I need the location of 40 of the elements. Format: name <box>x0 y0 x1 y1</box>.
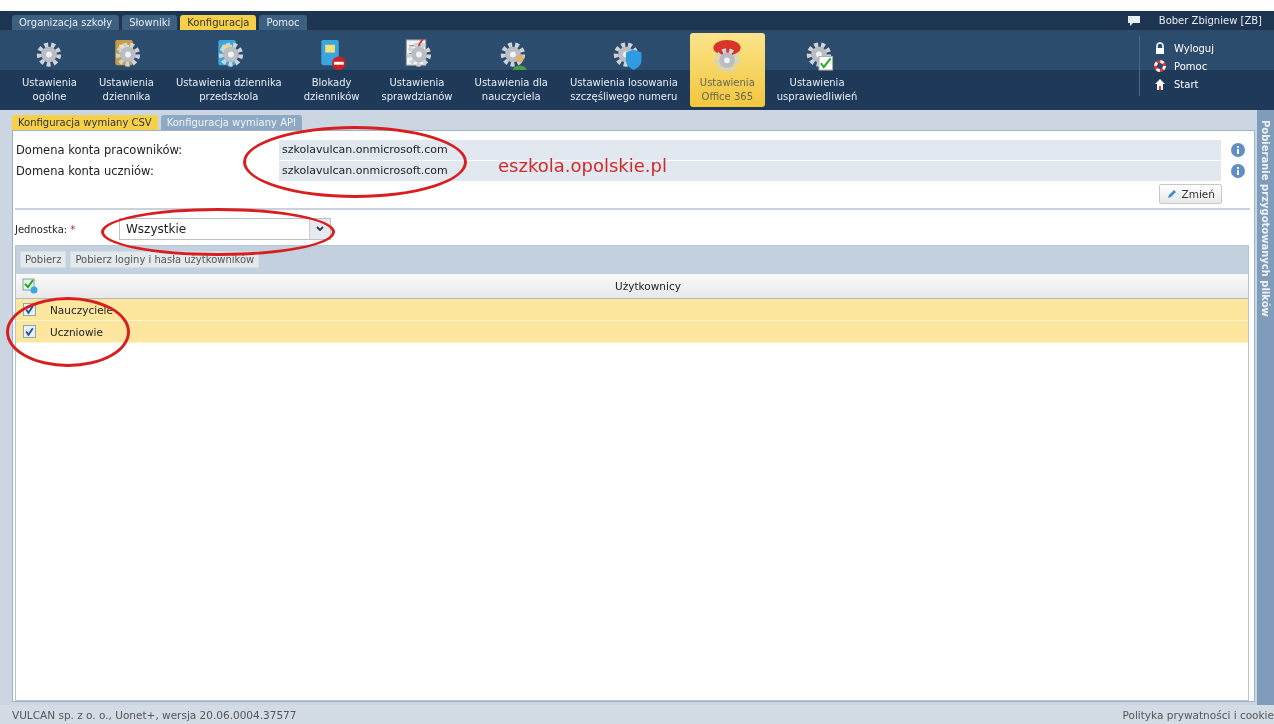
toolbar-button[interactable]: Ustawienia sprawdzianów <box>371 33 463 107</box>
toolbar-button[interactable]: Ustawienia dziennika przedszkola <box>165 33 292 107</box>
field-label: Domena konta uczniów: <box>15 163 155 178</box>
toolbar-button[interactable]: Ustawienia losowania szczęśliwego numeru <box>559 33 688 107</box>
sub-tab[interactable]: Konfiguracja wymiany CSV <box>12 115 158 130</box>
user-name: Bober Zbigniew [ZB] <box>1158 15 1262 26</box>
toolbar-button[interactable]: Blokady dzienników <box>293 33 370 107</box>
nav-link[interactable]: Start <box>1154 78 1244 90</box>
checkbox[interactable] <box>23 325 36 338</box>
field-label: Domena konta pracowników: <box>15 142 184 157</box>
caret-icon <box>309 219 330 239</box>
info-icon[interactable] <box>1231 142 1245 157</box>
info-icon[interactable] <box>1231 163 1245 178</box>
select-all-icon[interactable] <box>22 278 38 294</box>
grid-button[interactable]: Pobierz <box>20 251 67 268</box>
field-label: Jednostka: * <box>15 223 77 235</box>
grid-button[interactable]: Pobierz loginy i hasła użytkowników <box>70 251 260 268</box>
home-icon <box>1154 78 1166 90</box>
menu-tab[interactable]: Organizacja szkoły <box>12 15 120 30</box>
pencil-icon <box>1165 188 1178 200</box>
chat-icon[interactable] <box>1126 15 1141 26</box>
toolbar-button[interactable]: Ustawienia usprawiedliwień <box>766 33 868 107</box>
menu-tab[interactable]: Słowniki <box>122 15 178 30</box>
toolbar-button[interactable]: Ustawienia Office 365 <box>689 33 765 107</box>
column-header: Użytkownicy <box>614 280 682 292</box>
unit-dropdown[interactable]: Wszystkie <box>119 218 331 240</box>
toolbar-button[interactable]: Ustawienia ogólne <box>12 33 87 107</box>
privacy-link[interactable]: Polityka prywatności i cookie <box>1122 708 1274 721</box>
table-row[interactable]: Nauczyciele <box>16 299 1248 321</box>
menu-tab[interactable]: Konfiguracja <box>180 15 257 30</box>
nav-link[interactable]: Wyloguj <box>1154 42 1244 54</box>
menu-tab[interactable]: Pomoc <box>259 15 307 30</box>
toolbar-button[interactable]: Ustawienia dla nauczyciela <box>464 33 558 107</box>
version-text: VULCAN sp. z o. o., Uonet+, wersja 20.06.0004.37577 <box>12 708 297 721</box>
lock-icon <box>1154 42 1166 54</box>
lifebuoy-icon <box>1154 60 1166 72</box>
table-row[interactable]: Uczniowie <box>16 321 1248 343</box>
toolbar-button[interactable]: Ustawienia dziennika <box>88 33 164 107</box>
change-button[interactable]: Zmień <box>1158 184 1222 204</box>
nav-link[interactable]: Pomoc <box>1154 60 1244 72</box>
